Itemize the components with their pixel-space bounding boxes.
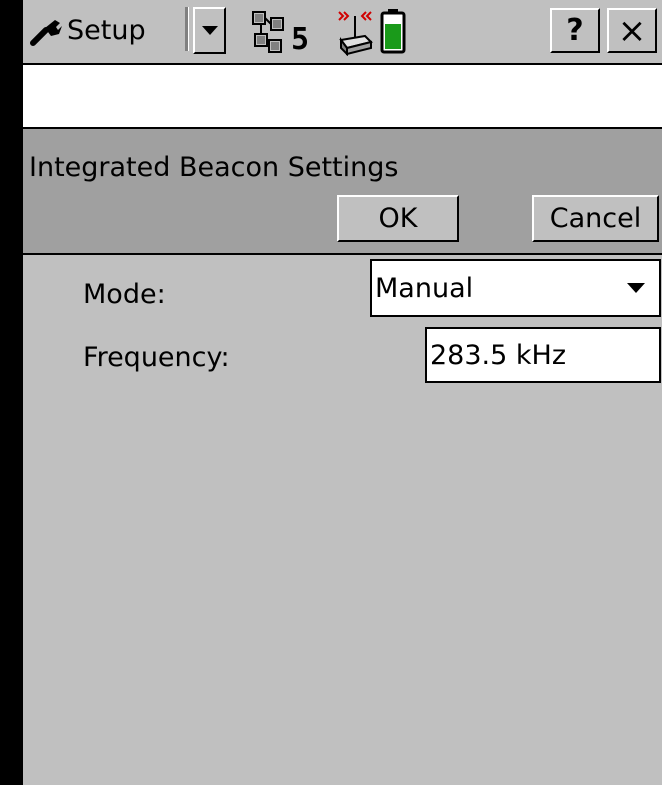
setup-menu-button[interactable]: Setup [27, 7, 200, 54]
help-button[interactable]: ? [550, 8, 600, 53]
mode-select[interactable]: Manual [370, 259, 661, 317]
dialog-title: Integrated Beacon Settings [29, 152, 399, 183]
mode-value: Manual [375, 272, 474, 304]
ok-button[interactable]: OK [337, 195, 459, 242]
status-strip [23, 65, 662, 129]
cancel-button[interactable]: Cancel [532, 195, 659, 242]
top-bar: Setup 5 ? × [23, 0, 662, 65]
setup-dropdown-button[interactable] [193, 7, 226, 54]
frequency-label: Frequency: [83, 342, 230, 373]
menu-separator [185, 7, 189, 51]
frequency-input[interactable]: 283.5 kHz [425, 327, 661, 383]
close-icon: × [617, 10, 647, 51]
battery-icon [380, 9, 406, 54]
chevron-down-icon [627, 283, 645, 293]
beacon-receiver-icon[interactable] [335, 6, 375, 56]
satellite-icon[interactable] [249, 8, 289, 56]
chevron-down-icon [201, 26, 218, 35]
wrench-icon [30, 19, 62, 46]
help-label: ? [566, 13, 584, 48]
mode-label: Mode: [83, 279, 166, 310]
device-screen: Setup 5 ? × Integrated Beacon Settings O… [23, 0, 662, 785]
setup-menu-label: Setup [67, 15, 146, 46]
satellite-count: 5 [291, 22, 310, 57]
close-button[interactable]: × [607, 8, 657, 53]
